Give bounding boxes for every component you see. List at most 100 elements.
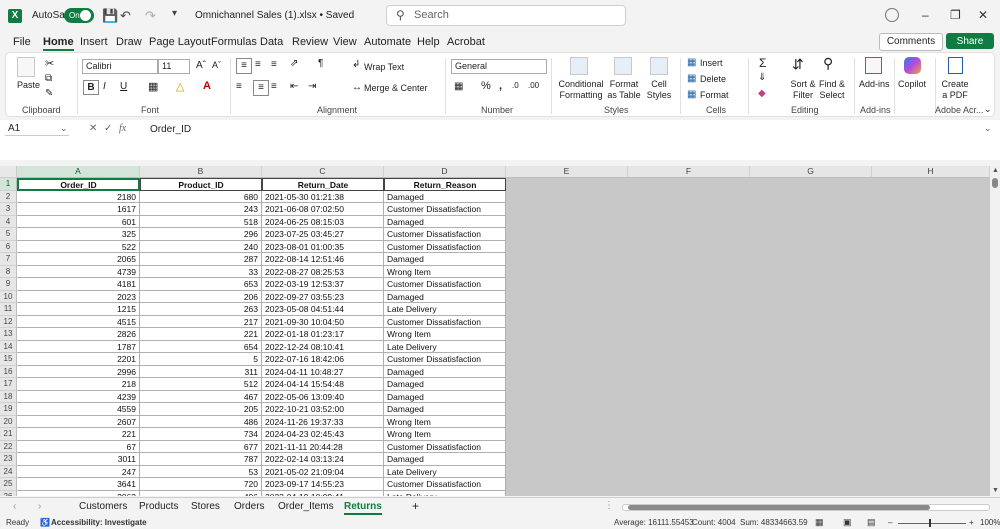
table-cell[interactable]: Damaged	[384, 215, 506, 228]
table-cell[interactable]: 680	[140, 190, 262, 203]
row-header[interactable]: 11	[0, 303, 17, 316]
insert-cells-icon[interactable]: ▦	[687, 57, 696, 68]
menu-formulas[interactable]: Formulas	[211, 36, 257, 48]
table-cell[interactable]: 2022-12-24 08:10:41	[262, 340, 384, 353]
borders-icon[interactable]: ▦	[148, 80, 158, 93]
row-header[interactable]: 26	[0, 490, 17, 496]
column-header-f[interactable]: F	[628, 166, 750, 178]
bold-button[interactable]: B	[83, 80, 99, 95]
header-cell[interactable]: Return_Reason	[384, 178, 506, 191]
menu-automate[interactable]: Automate	[364, 36, 411, 48]
table-cell[interactable]: 2024-04-11 10:48:27	[262, 365, 384, 378]
table-cell[interactable]: Customer Dissatisfaction	[384, 240, 506, 253]
horizontal-scroll-thumb[interactable]	[628, 505, 930, 510]
percent-icon[interactable]: %	[481, 80, 491, 92]
search-box[interactable]: ⚲ Search	[386, 5, 626, 26]
row-header[interactable]: 18	[0, 390, 17, 403]
table-cell[interactable]: Damaged	[384, 365, 506, 378]
table-cell[interactable]: 4559	[17, 403, 140, 416]
accounting-format-icon[interactable]: ▦	[454, 81, 463, 92]
table-cell[interactable]: 2022-08-27 08:25:53	[262, 265, 384, 278]
row-header[interactable]: 14	[0, 340, 17, 353]
create-pdf-icon[interactable]	[948, 57, 963, 74]
table-cell[interactable]: 2180	[17, 190, 140, 203]
share-button[interactable]: Share	[946, 33, 994, 49]
table-cell[interactable]: Damaged	[384, 453, 506, 466]
table-cell[interactable]: 2201	[17, 353, 140, 366]
menu-file[interactable]: File	[13, 36, 31, 48]
header-cell[interactable]: Order_ID	[17, 178, 140, 191]
table-cell[interactable]: Damaged	[384, 290, 506, 303]
menu-insert[interactable]: Insert	[80, 36, 108, 48]
table-cell[interactable]: 2021-09-30 10:04:50	[262, 315, 384, 328]
format-as-table-icon[interactable]	[614, 57, 632, 75]
table-cell[interactable]: 2023	[17, 290, 140, 303]
italic-button[interactable]: I	[103, 81, 106, 92]
table-cell[interactable]: Customer Dissatisfaction	[384, 228, 506, 241]
row-header[interactable]: 24	[0, 465, 17, 478]
cancel-entry-icon[interactable]: ✕	[89, 123, 97, 134]
paste-icon[interactable]	[17, 57, 35, 77]
column-header-c[interactable]: C	[262, 166, 384, 178]
add-ins-icon[interactable]	[865, 57, 882, 74]
table-cell[interactable]: 2023-07-25 03:45:27	[262, 228, 384, 241]
row-header[interactable]: 2	[0, 190, 17, 203]
table-cell[interactable]: Damaged	[384, 390, 506, 403]
wrap-text-button[interactable]: Wrap Text	[364, 62, 404, 72]
font-size-select[interactable]: 11	[158, 59, 190, 74]
merge-center-button[interactable]: Merge & Center	[364, 83, 428, 93]
table-cell[interactable]: Damaged	[384, 403, 506, 416]
table-cell[interactable]: 4181	[17, 278, 140, 291]
table-cell[interactable]: Late Delivery	[384, 490, 506, 496]
formula-input[interactable]: Order_ID	[150, 124, 191, 135]
align-center-icon[interactable]: ≡	[253, 80, 269, 96]
table-cell[interactable]: Wrong Item	[384, 265, 506, 278]
table-cell[interactable]: 2022-07-16 18:42:06	[262, 353, 384, 366]
sheet-tab-order-items[interactable]: Order_Items	[278, 501, 334, 512]
delete-cells-icon[interactable]: ▦	[687, 73, 696, 84]
table-cell[interactable]: 2996	[17, 365, 140, 378]
menu-help[interactable]: Help	[417, 36, 440, 48]
middle-align-icon[interactable]: ≡	[255, 59, 261, 70]
table-cell[interactable]: 2023-09-17 14:55:23	[262, 478, 384, 491]
row-header[interactable]: 7	[0, 253, 17, 266]
table-cell[interactable]: 2024-11-26 19:37:33	[262, 415, 384, 428]
row-header[interactable]: 12	[0, 315, 17, 328]
table-cell[interactable]: Damaged	[384, 190, 506, 203]
zoom-out-icon[interactable]: –	[888, 518, 892, 527]
row-header[interactable]: 10	[0, 290, 17, 303]
vertical-scroll-thumb[interactable]	[992, 178, 998, 188]
table-cell[interactable]: 263	[140, 303, 262, 316]
table-cell[interactable]: 1787	[17, 340, 140, 353]
menu-acrobat[interactable]: Acrobat	[447, 36, 485, 48]
fill-icon[interactable]: ⇓	[758, 72, 766, 83]
cell-styles-icon[interactable]	[650, 57, 668, 75]
underline-button[interactable]: U	[120, 81, 127, 92]
table-cell[interactable]: 2022-05-06 13:09:40	[262, 390, 384, 403]
minimize-icon[interactable]: –	[922, 8, 929, 22]
table-cell[interactable]: 2022-03-19 12:53:37	[262, 278, 384, 291]
page-break-view-icon[interactable]: ▤	[867, 517, 876, 528]
file-title[interactable]: Omnichannel Sales (1).xlsx • Saved	[195, 10, 354, 21]
table-cell[interactable]: Damaged	[384, 253, 506, 266]
zoom-slider-thumb[interactable]	[929, 519, 931, 527]
column-header-a[interactable]: A	[17, 166, 140, 178]
table-cell[interactable]: 2022-08-14 12:51:46	[262, 253, 384, 266]
save-icon[interactable]: 💾	[102, 8, 118, 24]
orientation-icon[interactable]: ⇗	[290, 58, 298, 69]
table-cell[interactable]: 3641	[17, 478, 140, 491]
format-cells-button[interactable]: Format	[700, 90, 729, 100]
row-header[interactable]: 3	[0, 203, 17, 216]
row-header[interactable]: 6	[0, 240, 17, 253]
table-cell[interactable]: 2023-08-01 01:00:35	[262, 240, 384, 253]
column-header-h[interactable]: H	[872, 166, 990, 178]
column-header-g[interactable]: G	[750, 166, 872, 178]
worksheet-grid[interactable]: ABCDEFGH 1 Order_ID Product_ID Return_Date R…	[0, 166, 990, 496]
copilot-button[interactable]: Copilot	[898, 79, 926, 89]
accessibility-status[interactable]: Accessibility: Investigate	[51, 518, 147, 527]
number-format-select[interactable]: General	[451, 59, 547, 74]
table-cell[interactable]: 486	[140, 415, 262, 428]
menu-home[interactable]: Home	[43, 36, 74, 51]
table-cell[interactable]: 2021-11-11 20:44:28	[262, 440, 384, 453]
table-cell[interactable]: 654	[140, 340, 262, 353]
